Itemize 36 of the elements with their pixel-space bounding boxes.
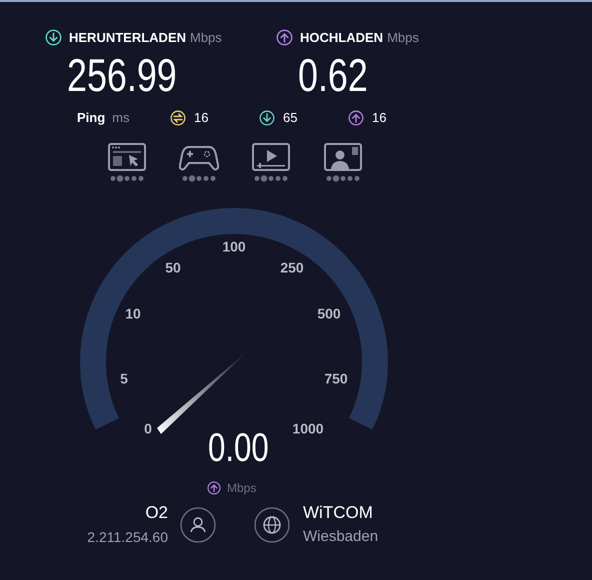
dots-icon: [254, 174, 288, 182]
server-location: Wiesbaden: [303, 526, 378, 546]
result-label: HOCHLADEN: [300, 29, 384, 47]
user-icon[interactable]: [180, 506, 216, 542]
ping-unit: ms: [112, 108, 130, 127]
scale-label: 10: [125, 304, 141, 323]
scale-label: 250: [280, 258, 304, 277]
result-value: 0.62: [298, 50, 368, 100]
scale-label: 5: [120, 369, 128, 388]
unit-label: Mbps: [227, 480, 256, 496]
unit-label: Mbps: [190, 29, 222, 47]
server-name: WiTCOM: [303, 502, 374, 524]
result-value: 256.99: [67, 50, 177, 100]
scale-label: 50: [165, 258, 181, 277]
unit-label: Mbps: [387, 29, 419, 47]
globe-icon[interactable]: [254, 506, 290, 542]
ip-address: 2.211.254.60: [87, 528, 168, 546]
video-player-icon[interactable]: [251, 142, 291, 172]
scale-label: 500: [317, 304, 341, 323]
result-label: HERUNTERLADEN: [69, 29, 186, 47]
scale-label: 100: [222, 237, 246, 256]
ping-value: 16: [194, 108, 208, 127]
ping-value: 65: [283, 108, 298, 127]
ping-label: Ping: [77, 108, 106, 127]
provider-name: O2: [145, 502, 168, 524]
scale-label: 750: [324, 369, 348, 388]
current-speed: 0.00: [208, 426, 269, 470]
video-call-icon[interactable]: [323, 142, 363, 172]
dots-icon: [110, 174, 144, 182]
scale-label: 0: [144, 419, 152, 438]
exchange-arrows-icon: [170, 110, 186, 126]
dots-icon: [326, 174, 360, 182]
ping-value: 16: [372, 108, 386, 127]
browser-cursor-icon[interactable]: [107, 142, 147, 172]
dots-icon: [182, 174, 216, 182]
scale-label: 1000: [292, 419, 324, 438]
